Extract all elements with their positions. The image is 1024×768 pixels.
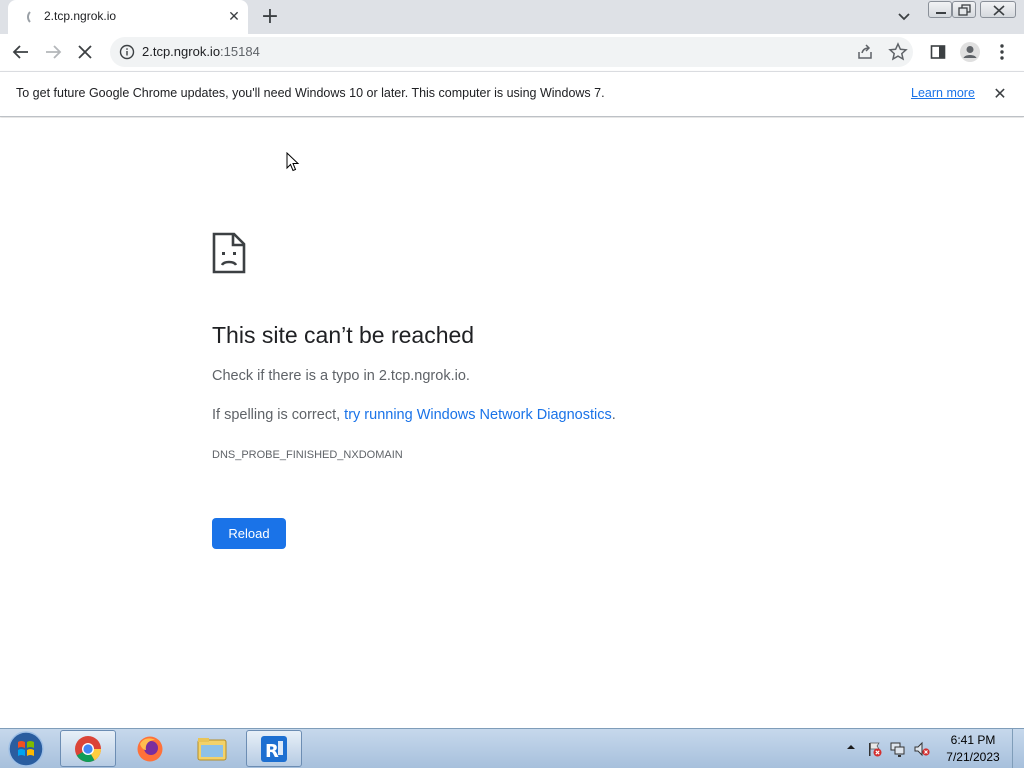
action-center-flag-icon[interactable]: [866, 741, 882, 757]
tab-strip: 2.tcp.ngrok.io ✕ +: [0, 0, 1024, 34]
start-button[interactable]: [4, 730, 48, 768]
restore-button[interactable]: [952, 1, 976, 18]
stop-icon: [78, 45, 92, 59]
infobar-close-icon[interactable]: ✕: [990, 84, 1010, 104]
address-host: 2.tcp.ngrok.io: [142, 44, 221, 59]
diagnostics-hint: If spelling is correct, try running Wind…: [212, 407, 616, 423]
learn-more-link[interactable]: Learn more: [911, 86, 975, 100]
arrow-right-icon: [46, 45, 62, 59]
taskbar: R 6:41 PM 7/21/2023: [0, 728, 1024, 768]
file-explorer-icon: [197, 737, 227, 760]
volume-muted-icon[interactable]: [914, 741, 930, 757]
minimize-button[interactable]: [928, 1, 952, 18]
mouse-cursor-icon: [286, 152, 300, 172]
network-diagnostics-link[interactable]: try running Windows Network Diagnostics: [344, 407, 612, 423]
browser-toolbar: 2.tcp.ngrok.io:15184: [0, 34, 1024, 71]
update-infobar: To get future Google Chrome updates, you…: [0, 71, 1024, 117]
diagnostics-suffix: .: [611, 407, 616, 423]
clock-date[interactable]: 7/21/2023: [940, 750, 1006, 764]
taskbar-firefox[interactable]: [122, 730, 178, 767]
clock-time[interactable]: 6:41 PM: [940, 733, 1006, 747]
taskbar-file-explorer[interactable]: [184, 730, 240, 767]
avatar-icon: [960, 42, 980, 62]
taskbar-chrome[interactable]: [60, 730, 116, 767]
chevron-down-icon: [898, 13, 910, 21]
show-desktop-button[interactable]: [1012, 729, 1024, 768]
browser-tab[interactable]: 2.tcp.ngrok.io ✕: [8, 0, 248, 34]
tab-close-icon[interactable]: ✕: [224, 7, 244, 27]
stop-loading-button[interactable]: [70, 37, 100, 67]
typo-hint: Check if there is a typo in 2.tcp.ngrok.…: [212, 368, 470, 384]
loading-spinner-icon: [27, 9, 43, 25]
taskbar-remote-app[interactable]: R: [246, 730, 302, 767]
share-icon[interactable]: [856, 43, 874, 61]
more-vert-icon: [1000, 44, 1004, 60]
new-tab-button[interactable]: +: [258, 5, 282, 29]
show-hidden-icons-icon[interactable]: [846, 742, 856, 752]
tab-search-button[interactable]: [893, 7, 915, 27]
menu-button[interactable]: [987, 37, 1017, 67]
forward-button[interactable]: [38, 37, 68, 67]
address-port: :15184: [220, 44, 260, 59]
back-button[interactable]: [6, 37, 36, 67]
profile-button[interactable]: [955, 37, 985, 67]
restore-icon: [958, 4, 971, 16]
error-code: DNS_PROBE_FINISHED_NXDOMAIN: [212, 449, 403, 461]
window-close-button[interactable]: [980, 1, 1016, 18]
error-page: This site can’t be reached Check if ther…: [0, 118, 1024, 728]
info-icon[interactable]: [119, 44, 135, 60]
sad-page-icon: [212, 232, 246, 274]
firefox-icon: [137, 736, 163, 761]
address-url[interactable]: 2.tcp.ngrok.io:15184: [142, 44, 260, 59]
infobar-message: To get future Google Chrome updates, you…: [16, 86, 605, 100]
diagnostics-prefix: If spelling is correct,: [212, 407, 345, 423]
close-icon: [993, 5, 1005, 16]
network-icon[interactable]: [890, 741, 906, 757]
side-panel-icon: [930, 45, 946, 59]
reload-button[interactable]: Reload: [212, 518, 286, 549]
windows-logo-icon: [8, 731, 44, 767]
error-title: This site can’t be reached: [212, 322, 475, 348]
svg-text:R: R: [265, 741, 279, 762]
arrow-left-icon: [12, 45, 28, 59]
address-bar[interactable]: 2.tcp.ngrok.io:15184: [110, 37, 913, 67]
chrome-icon: [75, 735, 102, 762]
bookmark-star-icon[interactable]: [888, 42, 908, 62]
minimize-icon: [936, 12, 946, 14]
tab-title: 2.tcp.ngrok.io: [44, 9, 117, 23]
remote-app-icon: R: [261, 735, 287, 762]
side-panel-button[interactable]: [923, 37, 953, 67]
